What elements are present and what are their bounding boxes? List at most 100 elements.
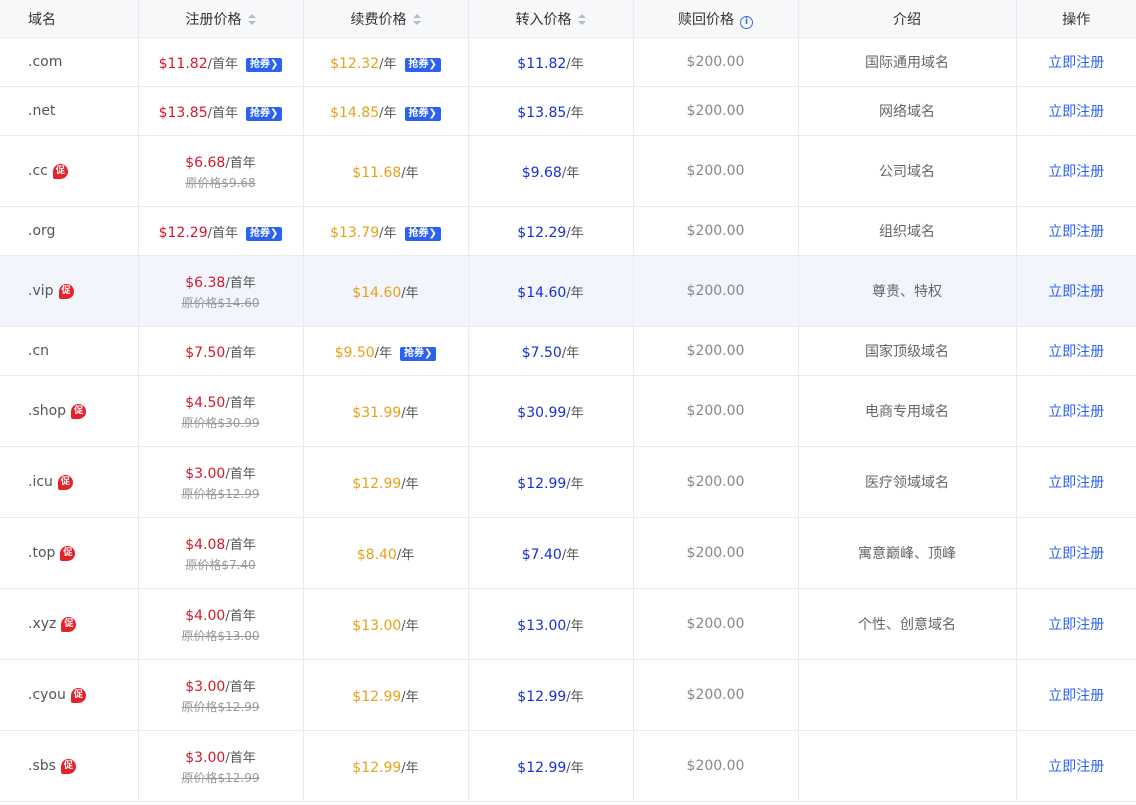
- action-cell: 立即注册: [1016, 659, 1136, 731]
- price-unit: /年: [566, 285, 584, 301]
- chevron-right-icon: ❯: [428, 227, 437, 239]
- redeem-price: $200.00: [686, 616, 745, 632]
- description-cell: 国际通用域名: [798, 37, 1017, 87]
- coupon-button[interactable]: 抢券❯: [246, 226, 283, 241]
- original-price: 原价格$12.99: [181, 486, 260, 501]
- action-cell: 立即注册: [1016, 135, 1136, 207]
- coupon-button[interactable]: 抢券❯: [404, 57, 441, 72]
- register-now-link[interactable]: 立即注册: [1048, 617, 1104, 633]
- price-unit: /首年: [225, 750, 256, 766]
- register-price-cell: $4.50/首年 原价格$30.99: [138, 375, 304, 447]
- original-price: 原价格$13.00: [181, 628, 260, 643]
- domain-cell: .cyou 促: [0, 659, 139, 731]
- description-cell: [798, 659, 1017, 731]
- register-now-link[interactable]: 立即注册: [1048, 344, 1104, 360]
- register-now-link[interactable]: 立即注册: [1048, 55, 1104, 71]
- header-domain: 域名: [0, 0, 139, 38]
- redeem-price-cell: $200.00: [633, 326, 799, 376]
- register-price-cell: $4.00/首年 原价格$13.00: [138, 588, 304, 660]
- register-price-cell: $12.29/首年 抢券❯: [138, 206, 304, 256]
- description: 尊贵、特权: [872, 284, 942, 300]
- chevron-right-icon: ❯: [428, 58, 437, 70]
- description-cell: 寓意巅峰、顶峰: [798, 517, 1017, 589]
- transfer-price-cell: $7.50/年: [468, 326, 634, 376]
- transfer-price: $7.40: [521, 546, 562, 563]
- redeem-price: $200.00: [686, 283, 745, 299]
- register-price: $4.08: [185, 536, 226, 553]
- header-register-price[interactable]: 注册价格: [138, 0, 304, 38]
- original-price: 原价格$12.99: [181, 770, 260, 785]
- domain-cell: .sbs 促: [0, 730, 139, 802]
- price-unit: /首年: [225, 155, 256, 171]
- domain-name: .xyz: [28, 616, 57, 632]
- domain-cell: .xyz 促: [0, 588, 139, 660]
- domain-cell: .shop 促: [0, 375, 139, 447]
- promo-badge-icon: 促: [57, 475, 73, 490]
- register-now-link[interactable]: 立即注册: [1048, 224, 1104, 240]
- renew-price: $12.32: [330, 55, 380, 72]
- domain-name: .vip: [28, 283, 54, 299]
- action-cell: 立即注册: [1016, 37, 1136, 87]
- coupon-button[interactable]: 抢券❯: [404, 106, 441, 121]
- price-unit: /年: [401, 165, 419, 181]
- register-now-link[interactable]: 立即注册: [1048, 104, 1104, 120]
- transfer-price-cell: $12.99/年: [468, 730, 634, 802]
- redeem-price: $200.00: [686, 54, 745, 70]
- renew-price-cell: $12.32/年 抢券❯: [303, 37, 469, 87]
- coupon-button[interactable]: 抢券❯: [246, 57, 283, 72]
- transfer-price-cell: $12.29/年: [468, 206, 634, 256]
- price-unit: /年: [401, 618, 419, 634]
- transfer-price: $13.85: [517, 104, 567, 121]
- price-unit: /首年: [207, 105, 238, 121]
- coupon-button[interactable]: 抢券❯: [400, 346, 437, 361]
- sort-icon[interactable]: [577, 13, 586, 25]
- domain-name: .org: [28, 223, 56, 239]
- register-now-link[interactable]: 立即注册: [1048, 546, 1104, 562]
- header-transfer-price[interactable]: 转入价格: [468, 0, 634, 38]
- transfer-price-cell: $13.85/年: [468, 86, 634, 136]
- renew-price-cell: $12.99/年: [303, 730, 469, 802]
- transfer-price-cell: $30.99/年: [468, 375, 634, 447]
- table-header: 域名 注册价格 续费价格 转入价格 赎回价格 i 介绍 操作: [0, 0, 1136, 38]
- domain-name: .icu: [28, 474, 53, 490]
- promo-badge-icon: 促: [71, 404, 87, 419]
- transfer-price: $12.99: [517, 759, 567, 776]
- transfer-price-cell: $12.99/年: [468, 446, 634, 518]
- info-icon[interactable]: i: [740, 15, 753, 29]
- promo-badge-icon: 促: [60, 546, 76, 561]
- action-cell: 立即注册: [1016, 517, 1136, 589]
- register-now-link[interactable]: 立即注册: [1048, 759, 1104, 775]
- price-unit: /年: [566, 105, 584, 121]
- redeem-price: $200.00: [686, 474, 745, 490]
- price-unit: /年: [561, 547, 580, 563]
- coupon-button[interactable]: 抢券❯: [246, 106, 283, 121]
- header-description: 介绍: [798, 0, 1017, 38]
- description: 组织域名: [879, 224, 935, 240]
- header-renew-price[interactable]: 续费价格: [303, 0, 469, 38]
- transfer-price-cell: $14.60/年: [468, 255, 634, 327]
- register-now-link[interactable]: 立即注册: [1048, 404, 1104, 420]
- redeem-price: $200.00: [686, 343, 745, 359]
- action-cell: 立即注册: [1016, 375, 1136, 447]
- description: 寓意巅峰、顶峰: [858, 546, 956, 562]
- domain-name: .cn: [28, 343, 50, 359]
- renew-price-cell: $11.68/年: [303, 135, 469, 207]
- redeem-price: $200.00: [686, 403, 745, 419]
- promo-badge-icon: 促: [58, 284, 74, 299]
- coupon-button[interactable]: 抢券❯: [404, 226, 441, 241]
- table-row: .org $12.29/首年 抢券❯ $13.79/年 抢券❯ $12.29/年 $200.…: [0, 206, 1136, 256]
- domain-cell: .cn: [0, 326, 139, 376]
- sort-icon[interactable]: [247, 13, 256, 25]
- register-price: $3.00: [185, 678, 226, 695]
- register-now-link[interactable]: 立即注册: [1048, 284, 1104, 300]
- register-now-link[interactable]: 立即注册: [1048, 164, 1104, 180]
- register-now-link[interactable]: 立即注册: [1048, 475, 1104, 491]
- register-price-cell: $3.00/首年 原价格$12.99: [138, 446, 304, 518]
- sort-icon[interactable]: [412, 13, 421, 25]
- renew-price-cell: $12.99/年: [303, 446, 469, 518]
- price-unit: /年: [561, 345, 580, 361]
- register-now-link[interactable]: 立即注册: [1048, 688, 1104, 704]
- redeem-price: $200.00: [686, 687, 745, 703]
- description-cell: 公司域名: [798, 135, 1017, 207]
- redeem-price-cell: $200.00: [633, 730, 799, 802]
